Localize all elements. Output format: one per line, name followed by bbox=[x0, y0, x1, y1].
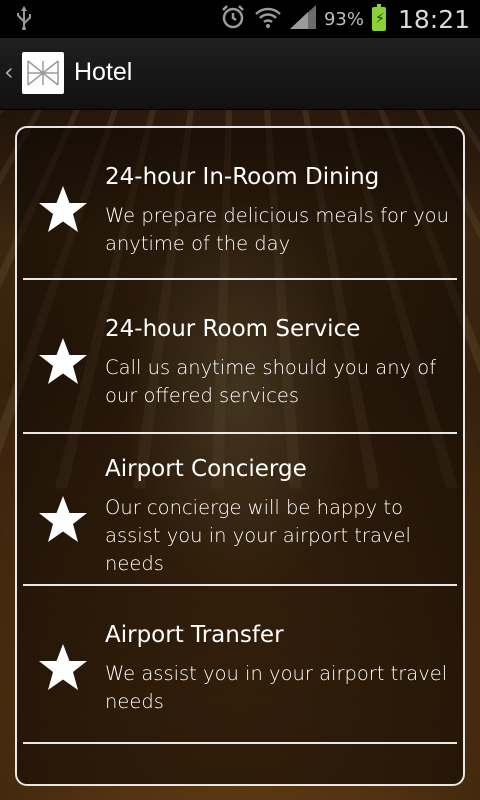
star-icon bbox=[37, 642, 89, 694]
list-item[interactable]: Airport Transfer We assist you in your a… bbox=[17, 588, 463, 744]
star-icon bbox=[37, 184, 89, 236]
battery-charging-icon: ⚡ bbox=[371, 4, 386, 31]
service-title: 24-hour In-Room Dining bbox=[105, 164, 380, 190]
list-item[interactable]: 24-hour Room Service Call us anytime sho… bbox=[17, 282, 463, 434]
signal-icon bbox=[289, 5, 316, 33]
status-icons: 93% ⚡ 18:21 bbox=[220, 0, 470, 38]
star-icon bbox=[37, 494, 89, 546]
usb-icon bbox=[14, 6, 34, 36]
battery-percent: 93% bbox=[323, 8, 364, 30]
services-list: 24-hour In-Room Dining We prepare delici… bbox=[15, 126, 465, 786]
wifi-icon bbox=[254, 5, 282, 33]
back-chevron-icon[interactable]: ‹ bbox=[4, 58, 14, 86]
divider bbox=[23, 278, 457, 280]
list-item[interactable]: 24-hour In-Room Dining We prepare delici… bbox=[17, 128, 463, 280]
divider bbox=[23, 742, 457, 744]
hotel-logo-icon[interactable] bbox=[22, 52, 64, 94]
service-description: Call us anytime should you any of our of… bbox=[105, 356, 437, 407]
service-title: 24-hour Room Service bbox=[105, 316, 361, 342]
divider bbox=[23, 432, 457, 434]
service-description: Our concierge will be happy to assist yo… bbox=[105, 496, 411, 575]
service-title: Airport Concierge bbox=[105, 456, 307, 482]
star-icon bbox=[37, 336, 89, 388]
clock: 18:21 bbox=[397, 4, 470, 34]
service-title: Airport Transfer bbox=[105, 622, 284, 648]
divider bbox=[23, 584, 457, 586]
list-item[interactable]: Airport Concierge Our concierge will be … bbox=[17, 436, 463, 586]
service-description: We assist you in your airport travel nee… bbox=[105, 662, 448, 713]
service-description: We prepare delicious meals for you anyti… bbox=[105, 204, 449, 255]
page-title: Hotel bbox=[74, 58, 133, 86]
alarm-icon bbox=[220, 4, 246, 34]
status-bar: 93% ⚡ 18:21 bbox=[0, 0, 480, 38]
action-bar: ‹ Hotel bbox=[0, 38, 480, 110]
